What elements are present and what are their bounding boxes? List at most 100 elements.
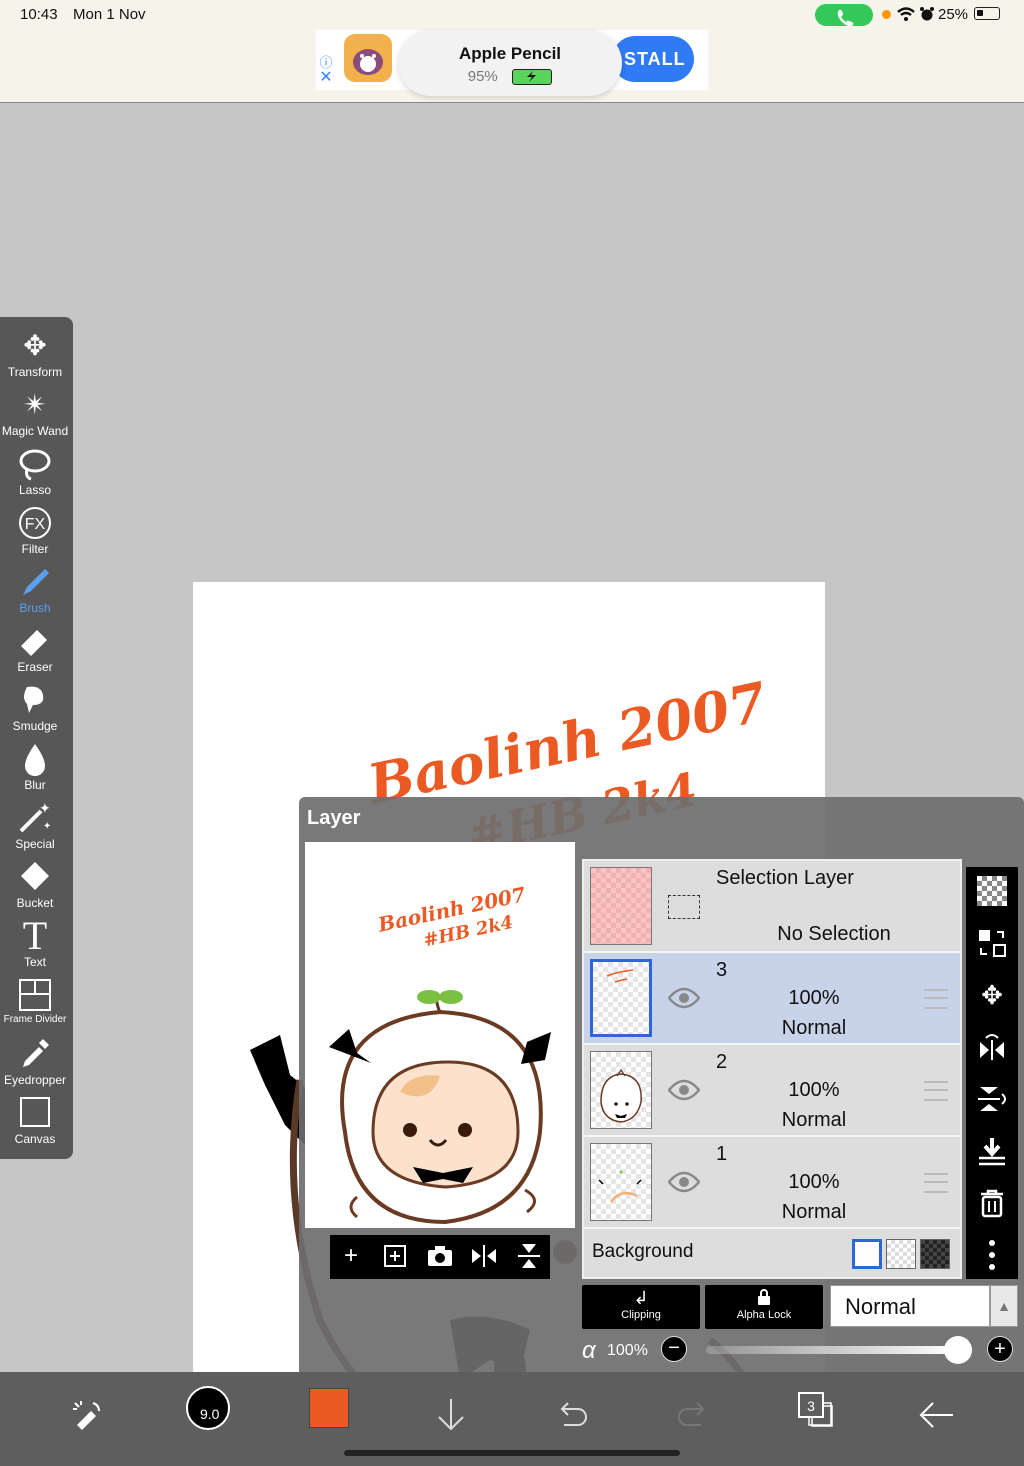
ad-banner[interactable]: ⓘ ✕ STALL Apple Pencil 95% xyxy=(316,30,708,96)
drop-icon xyxy=(0,742,70,776)
background-row[interactable]: Background xyxy=(584,1229,960,1277)
tool-brush[interactable]: Brush xyxy=(0,565,70,615)
drag-handle-icon[interactable] xyxy=(924,1081,948,1101)
layer-blend-mode: Normal xyxy=(781,1201,847,1223)
alpha-value: 100% xyxy=(607,1342,648,1359)
tool-frame-divider[interactable]: Frame Divider xyxy=(0,978,70,1025)
app-icon[interactable] xyxy=(344,34,392,82)
layer-name: 2 xyxy=(716,1051,728,1073)
undo-icon[interactable] xyxy=(547,1390,597,1440)
tool-filter[interactable]: FX Filter xyxy=(0,506,70,556)
blend-mode-arrow-icon[interactable]: ▲ xyxy=(990,1285,1018,1327)
tool-blur[interactable]: Blur xyxy=(0,742,70,792)
tool-eyedropper[interactable]: Eyedropper xyxy=(0,1037,70,1087)
close-icon[interactable]: ✕ xyxy=(318,70,334,86)
tool-bucket[interactable]: Bucket xyxy=(0,860,70,910)
checkerboard-icon[interactable] xyxy=(974,873,1010,909)
merge-down-icon[interactable] xyxy=(974,1133,1010,1169)
tool-magic-wand[interactable]: ✴ Magic Wand xyxy=(0,388,70,438)
call-indicator[interactable] xyxy=(815,4,873,27)
pencil-battery-icon xyxy=(512,68,553,85)
background-dark-swatch[interactable] xyxy=(920,1239,950,1269)
flip-horizontal-icon[interactable] xyxy=(974,1029,1010,1065)
selection-layer-title: Selection Layer xyxy=(716,867,854,889)
background-white-swatch[interactable] xyxy=(852,1239,882,1269)
blend-mode-select[interactable]: Normal xyxy=(830,1285,990,1327)
tool-canvas[interactable]: Canvas xyxy=(0,1096,70,1146)
move-icon: ✥ xyxy=(23,330,47,361)
preview-artwork: Baolinh 2007 #HB 2k4 xyxy=(329,882,551,1225)
info-icon[interactable]: ⓘ xyxy=(318,52,334,70)
layer-opacity: 100% xyxy=(788,987,840,1009)
alpha-decrease-button[interactable]: − xyxy=(661,1336,687,1362)
redo-icon[interactable] xyxy=(668,1390,718,1440)
flip-horizontal-icon[interactable] xyxy=(469,1241,499,1271)
layer-1-thumbnail xyxy=(590,1143,652,1221)
tool-text[interactable]: T Text xyxy=(0,913,70,970)
layer-row-3[interactable]: 3 100% Normal xyxy=(584,953,960,1045)
layer-preview: Baolinh 2007 #HB 2k4 xyxy=(305,842,575,1228)
alpha-slider-handle[interactable] xyxy=(944,1336,972,1364)
apple-pencil-popup: Apple Pencil 95% xyxy=(398,30,622,96)
clipping-icon: ↲ xyxy=(633,1288,649,1308)
layer-panel-title: Layer xyxy=(307,807,361,829)
layer-3-thumbnail xyxy=(590,959,652,1037)
more-options-icon[interactable] xyxy=(974,1237,1010,1273)
add-layer-copy-icon[interactable] xyxy=(380,1241,410,1271)
eyedropper-icon xyxy=(0,1037,70,1071)
color-swatch-button[interactable] xyxy=(309,1388,349,1428)
layer-row-2[interactable]: 2 100% Normal xyxy=(584,1045,960,1137)
drag-handle-icon[interactable] xyxy=(924,1173,948,1193)
selection-layer-row[interactable]: Selection Layer No Selection xyxy=(584,861,960,953)
status-date: Mon 1 Nov xyxy=(73,6,146,23)
brush-icon xyxy=(0,565,70,599)
tool-palette: ✥ Transform ✴ Magic Wand Lasso FX Filter B… xyxy=(0,317,73,1159)
layer-list: Selection Layer No Selection 3 100% Norm… xyxy=(582,859,962,1279)
alpha-increase-button[interactable]: + xyxy=(987,1336,1013,1362)
text-icon: T xyxy=(22,913,48,958)
popup-title: Apple Pencil xyxy=(458,44,562,63)
add-layer-icon[interactable]: + xyxy=(336,1241,366,1271)
tool-smudge[interactable]: Smudge xyxy=(0,683,70,733)
camera-icon[interactable] xyxy=(425,1241,455,1271)
clipping-button[interactable]: ↲ Clipping xyxy=(582,1285,700,1329)
background-transparent-swatch[interactable] xyxy=(886,1239,916,1269)
tool-lasso[interactable]: Lasso xyxy=(0,447,70,497)
alpha-slider[interactable] xyxy=(706,1346,956,1354)
layer-row-1[interactable]: 1 100% Normal xyxy=(584,1137,960,1229)
tool-transform[interactable]: ✥ Transform xyxy=(0,329,70,379)
mic-indicator xyxy=(882,10,891,19)
eye-icon[interactable] xyxy=(668,1079,700,1101)
alpha-lock-button[interactable]: Alpha Lock xyxy=(705,1285,823,1329)
tool-special[interactable]: ✦ ✦ Special xyxy=(0,801,70,851)
magic-wand-icon: ✴ xyxy=(23,389,47,420)
bottom-toolbar: 9.0 3 xyxy=(0,1372,1024,1466)
home-indicator[interactable] xyxy=(344,1450,680,1456)
install-button[interactable]: STALL xyxy=(612,36,694,82)
move-icon[interactable]: ✥ xyxy=(974,977,1010,1013)
svg-text:✦: ✦ xyxy=(39,801,51,817)
layer-blend-mode: Normal xyxy=(781,1109,847,1131)
sparkle-icon: ✦ ✦ xyxy=(0,801,70,835)
alpha-symbol: α xyxy=(582,1337,596,1364)
alarm-icon xyxy=(920,7,934,21)
eye-icon[interactable] xyxy=(668,987,700,1009)
quick-actions-icon[interactable] xyxy=(62,1390,112,1440)
phone-icon xyxy=(837,9,854,27)
selection-icon xyxy=(668,895,700,919)
layer-count-button[interactable]: 3 xyxy=(798,1392,824,1418)
canvas-icon xyxy=(0,1096,70,1130)
eye-icon[interactable] xyxy=(668,1171,700,1193)
tool-eraser[interactable]: Eraser xyxy=(0,624,70,674)
flip-vertical-icon[interactable] xyxy=(514,1241,544,1271)
battery-percent: 25% xyxy=(938,6,969,23)
battery-icon xyxy=(974,7,1000,20)
arrow-down-icon[interactable] xyxy=(426,1390,476,1440)
back-arrow-icon[interactable] xyxy=(912,1390,962,1440)
layer-2-thumbnail xyxy=(590,1051,652,1129)
trash-icon[interactable] xyxy=(974,1185,1010,1221)
flip-vertical-icon[interactable] xyxy=(974,1081,1010,1117)
layer-opacity: 100% xyxy=(788,1079,840,1101)
transfer-layer-icon[interactable] xyxy=(974,925,1010,961)
drag-handle-icon[interactable] xyxy=(924,989,948,1009)
